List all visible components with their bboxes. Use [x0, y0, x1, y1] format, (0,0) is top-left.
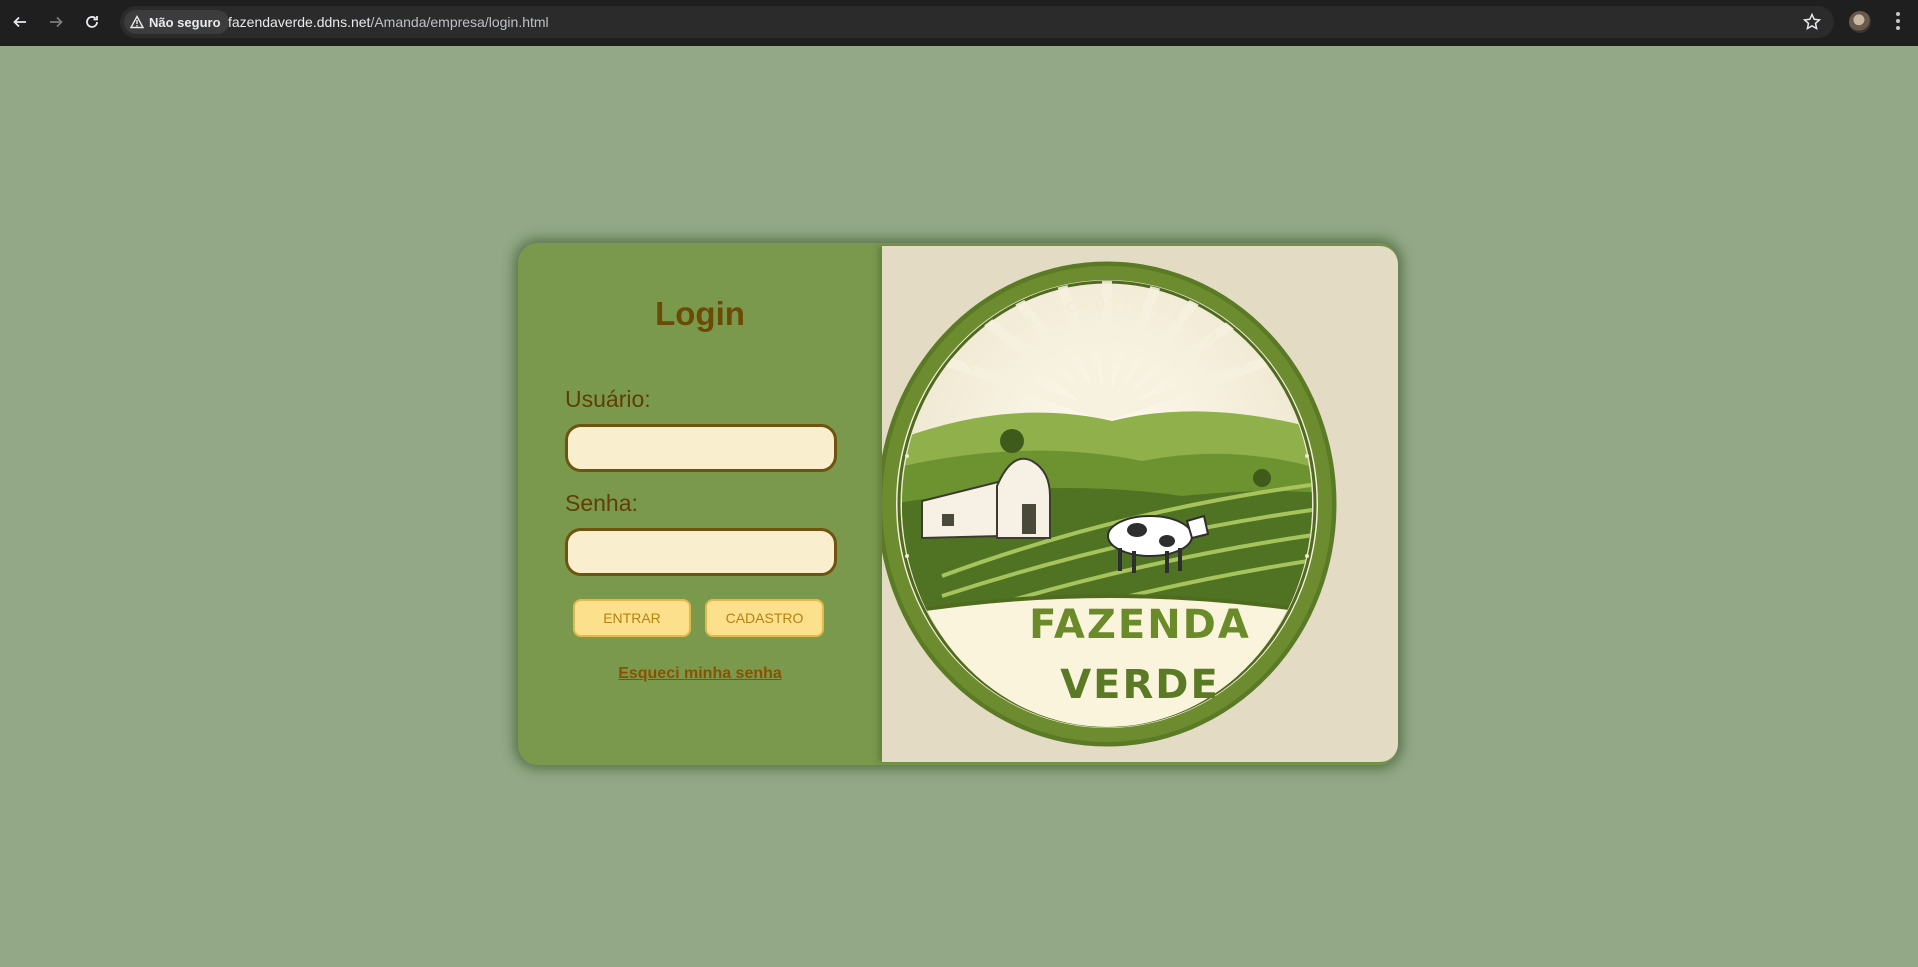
- password-label: Senha:: [565, 490, 638, 516]
- forward-arrow-icon: [50, 16, 63, 28]
- logo-name-line1: FAZENDA: [1029, 602, 1251, 648]
- reload-button[interactable]: [80, 10, 104, 34]
- bookmark-button[interactable]: [1802, 12, 1822, 37]
- browser-menu-icon[interactable]: [1896, 12, 1900, 33]
- login-title: Login: [655, 295, 745, 332]
- forward-button[interactable]: [44, 10, 68, 34]
- profile-avatar[interactable]: [1849, 11, 1871, 33]
- username-label: Usuário:: [565, 386, 651, 412]
- username-input[interactable]: [565, 424, 837, 472]
- enter-button[interactable]: ENTRAR: [573, 599, 691, 637]
- login-form: Login Usuário: Senha: ENTRAR CADASTRO Es…: [518, 243, 882, 765]
- address-bar[interactable]: Não seguro fazendaverde.ddns.net/Amanda/…: [120, 6, 1834, 38]
- back-arrow-icon: [13, 16, 26, 28]
- star-icon: [1802, 12, 1822, 30]
- logo-name-line2: VERDE: [1060, 662, 1220, 708]
- url-text[interactable]: fazendaverde.ddns.net/Amanda/empresa/log…: [228, 14, 549, 30]
- url-path: /Amanda/empresa/login.html: [370, 14, 549, 30]
- register-button[interactable]: CADASTRO: [705, 599, 824, 637]
- browser-toolbar: Não seguro fazendaverde.ddns.net/Amanda/…: [0, 0, 1918, 46]
- warning-icon: [130, 15, 144, 29]
- security-label: Não seguro: [149, 14, 221, 30]
- logo-panel: ORGNI L FRUFCEUTIA FRDEN AFAIW FAZENDA V…: [882, 246, 1398, 762]
- reload-icon: [86, 16, 98, 28]
- password-input[interactable]: [565, 528, 837, 576]
- login-card: Login Usuário: Senha: ENTRAR CADASTRO Es…: [518, 243, 1398, 765]
- forgot-password-link[interactable]: Esqueci minha senha: [518, 665, 882, 683]
- url-host: fazendaverde.ddns.net: [228, 14, 371, 30]
- back-button[interactable]: [8, 10, 32, 34]
- security-indicator[interactable]: Não seguro: [124, 10, 229, 34]
